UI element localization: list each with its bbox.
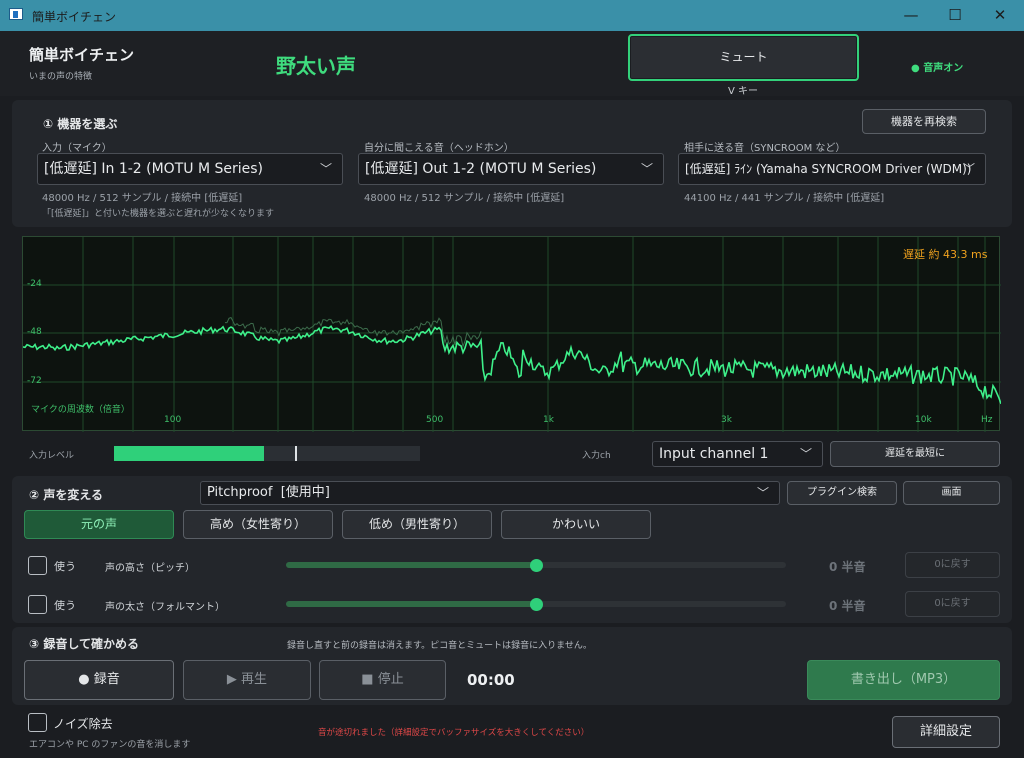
stop-button[interactable]: ■ 停止: [319, 660, 446, 700]
preset-cute-button[interactable]: かわいい: [501, 510, 651, 539]
monitor-device-select[interactable]: [低遅延] Out 1-2 (MOTU M Series) ﹀: [358, 153, 664, 185]
x-tick-label: Hz: [981, 415, 993, 425]
preset-low-button[interactable]: 低め（男性寄り）: [342, 510, 492, 539]
rescan-devices-button[interactable]: 機器を再検索: [862, 109, 986, 134]
advanced-settings-button[interactable]: 詳細設定: [892, 716, 1000, 748]
chevron-down-icon: ﹀: [756, 486, 769, 500]
input-channel-select[interactable]: Input channel 1 ﹀: [652, 441, 823, 467]
formant-reset-button[interactable]: 0に戻す: [905, 591, 1000, 617]
mute-shortcut-hint: V キー: [728, 86, 759, 97]
formant-slider-knob[interactable]: [529, 597, 543, 611]
send-device-label: 相手に送る音（SYNCROOM など）: [684, 143, 846, 154]
spectrum-caption: マイクの周波数（倍音）: [31, 405, 130, 415]
pitch-reset-button[interactable]: 0に戻す: [905, 552, 1000, 578]
record-note: 録音し直すと前の録音は消えます。ピコ音とミュートは録音に入りません。: [287, 641, 592, 651]
app-subtitle: いまの声の特徴: [29, 72, 93, 82]
chevron-down-icon: ﹀: [799, 447, 812, 461]
chevron-down-icon: ﹀: [640, 162, 653, 176]
formant-value: 0 半音: [829, 599, 866, 613]
pitch-slider-fill: [286, 562, 536, 568]
plugin-value: Pitchproof [使用中]: [207, 485, 330, 500]
formant-name: 声の太さ（フォルマント）: [105, 602, 225, 613]
input-level-label: 入力レベル: [29, 451, 75, 461]
send-device-select[interactable]: [低遅延] ﾗｲﾝ (Yamaha SYNCROOM Driver (WDM))…: [678, 153, 986, 185]
y-tick-label: -72: [27, 376, 42, 386]
dropout-warning: 音が途切れました（詳細設定でバッファサイズを大きくしてください）: [318, 728, 590, 738]
low-latency-note: 「[低遅延]」と付いた機器を選ぶと遅れが少なくなります: [42, 209, 275, 219]
x-tick-label: 100: [164, 415, 182, 425]
app-icon: [9, 8, 23, 20]
close-button[interactable]: ✕: [977, 0, 1023, 31]
pitch-value: 0 半音: [829, 560, 866, 574]
plugin-select[interactable]: Pitchproof [使用中] ﹀: [200, 481, 780, 505]
min-latency-button[interactable]: 遅延を最短に: [830, 441, 1000, 467]
x-tick-label: 3k: [721, 415, 732, 425]
input-channel-label: 入力ch: [582, 451, 611, 461]
noise-reduction-sub: エアコンや PC のファンの音を消します: [29, 740, 191, 750]
voice-section-title: ② 声を変える: [29, 488, 103, 502]
pitch-use-label: 使う: [54, 560, 76, 573]
window-title: 簡単ボイチェン: [32, 10, 117, 24]
x-tick-label: 500: [426, 415, 444, 425]
maximize-button[interactable]: ☐: [932, 0, 978, 31]
input-level-peak: [294, 446, 297, 461]
input-level-fill: [114, 446, 264, 461]
y-tick-label: -48: [27, 327, 42, 337]
input-device-value: [低遅延] In 1-2 (MOTU M Series): [44, 161, 263, 177]
play-button[interactable]: ▶ 再生: [183, 660, 311, 700]
chevron-down-icon: ﹀: [962, 162, 975, 176]
pitch-name: 声の高さ（ピッチ）: [105, 563, 195, 574]
app-name: 簡単ボイチェン: [29, 46, 135, 64]
plugin-search-button[interactable]: プラグイン検索: [787, 481, 897, 505]
latency-readout: 遅延 約 43.3 ms: [903, 248, 988, 261]
send-device-value: [低遅延] ﾗｲﾝ (Yamaha SYNCROOM Driver (WDM)): [685, 162, 972, 176]
pitch-enable-checkbox[interactable]: [28, 556, 47, 575]
monitor-device-label: 自分に聞こえる音（ヘッドホン）: [364, 143, 514, 154]
monitor-device-value: [低遅延] Out 1-2 (MOTU M Series): [365, 161, 597, 177]
send-device-info: 44100 Hz / 441 サンプル / 接続中 [低遅延]: [684, 193, 885, 204]
record-section-title: ③ 録音して確かめる: [29, 637, 139, 651]
input-channel-value: Input channel 1: [659, 446, 769, 462]
x-tick-label: 1k: [543, 415, 554, 425]
export-mp3-button[interactable]: 書き出し（MP3）: [807, 660, 1000, 700]
minimize-button[interactable]: —: [888, 0, 934, 31]
spectrum-plot: [23, 237, 1001, 432]
plugin-screen-button[interactable]: 画面: [903, 481, 1000, 505]
preset-high-button[interactable]: 高め（女性寄り）: [183, 510, 333, 539]
monitor-device-info: 48000 Hz / 512 サンプル / 接続中 [低遅延]: [364, 193, 565, 204]
chevron-down-icon: ﹀: [319, 162, 332, 176]
device-section-title: ① 機器を選ぶ: [43, 117, 118, 131]
record-time: 00:00: [467, 671, 515, 689]
mute-button[interactable]: ミュート: [628, 34, 859, 81]
formant-enable-checkbox[interactable]: [28, 595, 47, 614]
formant-slider-fill: [286, 601, 536, 607]
input-level-meter: [114, 446, 420, 461]
noise-reduction-label: ノイズ除去: [53, 717, 113, 731]
input-device-select[interactable]: [低遅延] In 1-2 (MOTU M Series) ﹀: [37, 153, 343, 185]
spectrum-display: -24 -48 -72 マイクの周波数（倍音） 100 500 1k 3k 10…: [22, 236, 1001, 432]
formant-slider[interactable]: [286, 597, 786, 611]
record-button[interactable]: ● 録音: [24, 660, 174, 700]
sound-status: ● 音声オン: [911, 63, 964, 74]
x-tick-label: 10k: [915, 415, 932, 425]
header: [0, 31, 1024, 96]
input-device-info: 48000 Hz / 512 サンプル / 接続中 [低遅延]: [42, 193, 243, 204]
title-bar[interactable]: 簡単ボイチェン — ☐ ✕: [0, 0, 1024, 31]
y-tick-label: -24: [27, 279, 42, 289]
preset-original-button[interactable]: 元の声: [24, 510, 174, 539]
pitch-slider[interactable]: [286, 558, 786, 572]
voice-character: 野太い声: [276, 54, 356, 78]
pitch-slider-knob[interactable]: [529, 558, 543, 572]
noise-reduction-checkbox[interactable]: [28, 713, 47, 732]
input-device-label: 入力（マイク）: [42, 143, 112, 154]
formant-use-label: 使う: [54, 599, 76, 612]
